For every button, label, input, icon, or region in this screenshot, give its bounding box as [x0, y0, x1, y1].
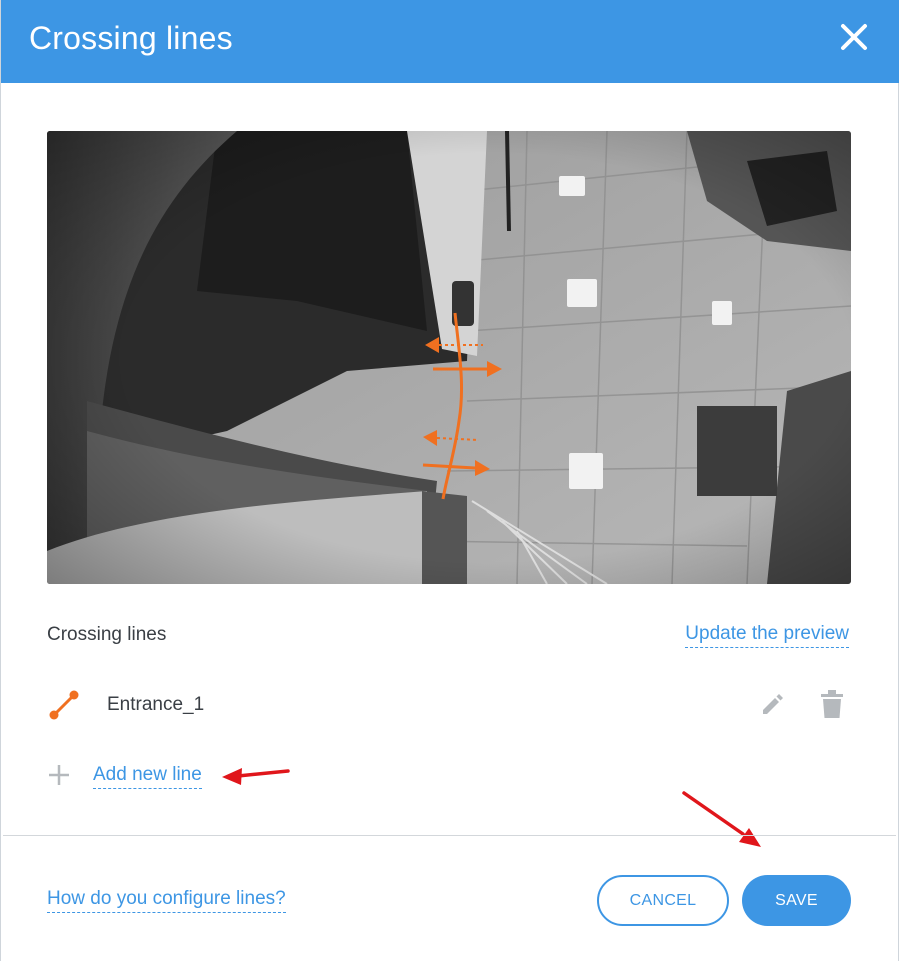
line-segment-icon — [47, 688, 81, 722]
dialog-title: Crossing lines — [29, 20, 233, 56]
crossing-lines-section-title: Crossing lines — [47, 624, 167, 645]
cancel-button[interactable]: CANCEL — [597, 875, 729, 926]
trash-icon[interactable] — [819, 689, 845, 719]
annotation-arrow-icon — [677, 786, 767, 852]
footer-divider — [3, 835, 896, 836]
annotation-arrow-icon — [216, 760, 296, 790]
line-name: Entrance_1 — [107, 694, 205, 715]
line-item[interactable]: Entrance_1 — [47, 684, 853, 724]
plus-icon[interactable] — [47, 763, 71, 787]
crossing-lines-dialog: Crossing lines Crossing lines Update the… — [0, 0, 899, 961]
save-button[interactable]: SAVE — [742, 875, 851, 926]
add-new-line-link[interactable]: Add new line — [93, 764, 202, 789]
configure-lines-help-link[interactable]: How do you configure lines? — [47, 888, 286, 913]
dialog-header: Crossing lines — [1, 0, 899, 83]
camera-preview-image[interactable] — [47, 131, 851, 584]
update-preview-link[interactable]: Update the preview — [685, 623, 849, 648]
pencil-icon[interactable] — [759, 690, 787, 718]
close-icon[interactable] — [838, 21, 870, 53]
